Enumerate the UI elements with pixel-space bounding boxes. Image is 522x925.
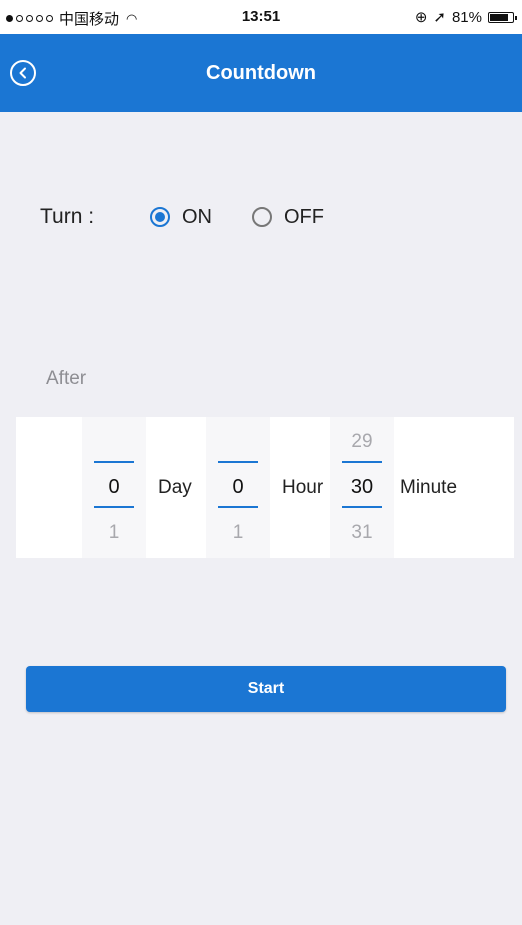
- turn-label: Turn :: [40, 205, 95, 228]
- hour-wheel[interactable]: 0 1: [206, 417, 270, 558]
- location-arrow-icon: ➚: [433, 9, 446, 26]
- selection-line: [94, 461, 134, 463]
- status-right: ⊕ ➚ 81%: [414, 8, 517, 26]
- selection-line: [218, 461, 258, 463]
- status-bar: 中国移动 ◠ 13:51 ⊕ ➚ 81%: [0, 0, 522, 34]
- minute-next-value: 31: [351, 522, 373, 543]
- day-value: 0: [108, 476, 120, 498]
- battery-percent: 81%: [451, 8, 482, 26]
- minute-wheel[interactable]: 29 30 31: [330, 417, 394, 558]
- radio-off[interactable]: OFF: [252, 206, 324, 229]
- radio-on-label: ON: [182, 205, 212, 228]
- radio-on[interactable]: ON: [150, 206, 212, 229]
- page-title: Countdown: [206, 62, 316, 84]
- rotation-lock-icon: ⊕: [414, 9, 428, 26]
- minute-value: 30: [350, 476, 374, 498]
- radio-unchecked-icon[interactable]: [252, 207, 272, 227]
- selection-line: [218, 506, 258, 508]
- hour-unit-label: Hour: [282, 477, 324, 498]
- battery-icon: [488, 11, 517, 23]
- hour-next-value: 1: [232, 522, 244, 543]
- minute-prev-value: 29: [351, 431, 373, 452]
- nav-bar: Countdown: [0, 34, 522, 112]
- selection-line: [342, 506, 382, 508]
- battery-fill: [490, 13, 508, 21]
- countdown-screen: 中国移动 ◠ 13:51 ⊕ ➚ 81% Countdown Turn : ON…: [0, 0, 522, 925]
- after-label: After: [46, 368, 87, 389]
- minute-unit-label: Minute: [400, 477, 458, 498]
- radio-checked-icon[interactable]: [150, 207, 170, 227]
- selection-line: [342, 461, 382, 463]
- day-next-value: 1: [108, 522, 120, 543]
- day-wheel[interactable]: 0 1: [82, 417, 146, 558]
- start-button[interactable]: Start: [26, 666, 506, 712]
- radio-off-label: OFF: [284, 205, 324, 228]
- countdown-picker: 0 1 Day 0 1 Hour 29 30 31 Minute: [16, 417, 514, 558]
- selection-line: [94, 506, 134, 508]
- turn-row: Turn : ON OFF: [40, 201, 364, 233]
- hour-value: 0: [232, 476, 244, 498]
- day-unit-label: Day: [158, 477, 192, 498]
